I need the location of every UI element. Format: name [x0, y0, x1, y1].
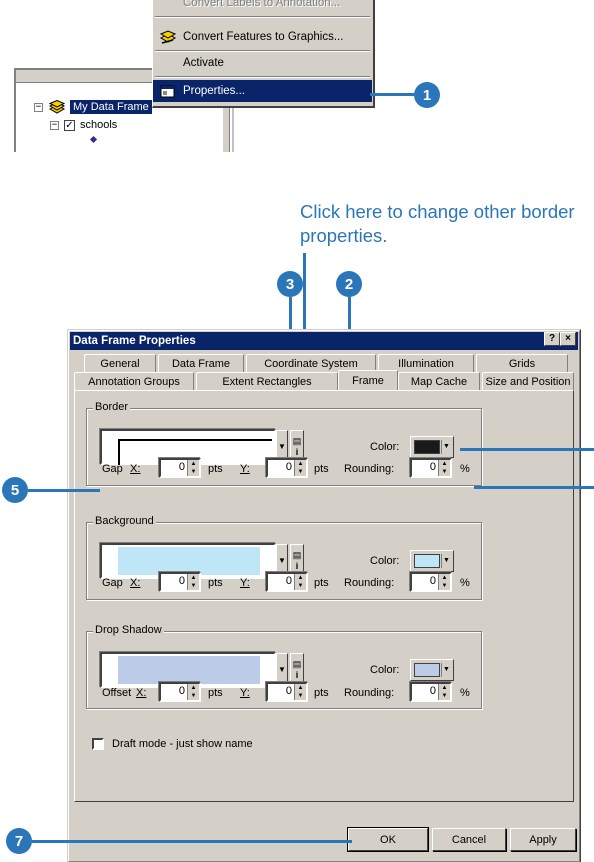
ok-button[interactable]: OK: [347, 827, 429, 852]
background-x-label: X:: [130, 577, 141, 589]
caption-text: Click here to change other border proper…: [300, 201, 575, 246]
background-color-button[interactable]: ▼: [410, 550, 454, 572]
toc-data-frame-row[interactable]: − My Data Frame: [34, 100, 152, 114]
background-y-label: Y:: [240, 577, 250, 589]
data-frame-label[interactable]: My Data Frame: [70, 100, 152, 114]
shadow-rounding-spinner[interactable]: 0 ▲ ▼: [410, 682, 452, 702]
border-y-label: Y:: [240, 463, 250, 475]
chevron-down-icon: ▼: [441, 663, 451, 677]
border-color-swatch: [414, 440, 440, 454]
shadow-y-pts: pts: [314, 687, 329, 699]
border-rounding-spinner[interactable]: 0 ▲ ▼: [410, 458, 452, 478]
shadow-offset-label: Offset: [102, 687, 132, 699]
callout-5: 5: [2, 477, 28, 503]
background-pct: %: [460, 577, 470, 589]
shadow-properties-button[interactable]: ▤ i: [290, 653, 304, 685]
menu-item-activate[interactable]: Activate: [153, 52, 372, 74]
menu-item-convert-labels: Convert Labels to Annotation...: [183, 0, 341, 9]
menu-item-convert-features[interactable]: Convert Features to Graphics...: [153, 26, 372, 48]
layers-icon: [48, 100, 66, 114]
drop-shadow-group-label: Drop Shadow: [93, 624, 164, 636]
data-frame-properties-dialog: Data Frame Properties ? × General Data F…: [67, 329, 581, 862]
close-button[interactable]: ×: [560, 332, 576, 346]
shadow-color-button[interactable]: ▼: [410, 659, 454, 681]
dialog-title-bar[interactable]: Data Frame Properties: [70, 332, 578, 350]
border-color-label: Color:: [370, 441, 400, 453]
border-y-pts: pts: [314, 463, 329, 475]
border-x-label: X:: [130, 463, 141, 475]
background-group-label: Background: [93, 515, 156, 527]
apply-button[interactable]: Apply: [510, 828, 576, 851]
shadow-dropdown-button[interactable]: ▼: [276, 653, 288, 685]
callout-2: 2: [336, 271, 362, 297]
shadow-x-pts: pts: [208, 687, 223, 699]
chevron-down-icon: ▼: [441, 440, 451, 454]
border-group-label: Border: [93, 401, 131, 413]
shadow-x-label: X:: [136, 687, 147, 699]
draft-mode-checkbox[interactable]: [92, 738, 104, 750]
shadow-offset-x-spinner[interactable]: 0 ▲ ▼: [159, 682, 201, 702]
toc-layer-row[interactable]: − ✓ schools: [50, 119, 117, 131]
background-gap-y-spinner[interactable]: 0 ▲ ▼: [266, 572, 308, 592]
background-rounding-label: Rounding:: [344, 577, 395, 589]
background-rounding-spinner[interactable]: 0 ▲ ▼: [410, 572, 452, 592]
properties-icon: [160, 85, 175, 98]
shadow-rounding-label: Rounding:: [344, 687, 395, 699]
shadow-pct: %: [460, 687, 470, 699]
tab-data-frame[interactable]: Data Frame: [158, 354, 244, 372]
shadow-offset-y-spinner[interactable]: 0 ▲ ▼: [266, 682, 308, 702]
border-x-pts: pts: [208, 463, 223, 475]
background-y-pts: pts: [314, 577, 329, 589]
tab-annotation-groups[interactable]: Annotation Groups: [74, 372, 194, 390]
border-gap-y-spinner[interactable]: 0 ▲ ▼: [266, 458, 308, 478]
menu-item-properties[interactable]: Properties...: [153, 80, 372, 102]
background-color-swatch: [414, 554, 440, 568]
tab-extent-rectangles[interactable]: Extent Rectangles: [196, 372, 338, 390]
tab-size-and-position[interactable]: Size and Position: [482, 372, 574, 390]
context-menu: Convert Labels to Annotation... Convert …: [152, 0, 375, 108]
shadow-y-label: Y:: [240, 687, 250, 699]
border-rounding-label: Rounding:: [344, 463, 395, 475]
background-gap-x-spinner[interactable]: 0 ▲ ▼: [159, 572, 201, 592]
tab-map-cache[interactable]: Map Cache: [398, 372, 480, 390]
collapse-icon[interactable]: −: [50, 120, 59, 130]
callout-1: 1: [414, 82, 440, 108]
tab-frame[interactable]: Frame: [338, 370, 398, 390]
layer-visibility-checkbox[interactable]: ✓: [64, 119, 75, 131]
background-color-label: Color:: [370, 555, 400, 567]
draft-mode-label: Draft mode - just show name: [112, 738, 253, 750]
shadow-color-swatch: [414, 663, 440, 677]
convert-features-icon: [159, 30, 177, 44]
background-x-pts: pts: [208, 577, 223, 589]
dialog-title: Data Frame Properties: [73, 335, 196, 347]
border-gap-x-spinner[interactable]: 0 ▲ ▼: [159, 458, 201, 478]
tab-grids[interactable]: Grids: [476, 354, 568, 372]
collapse-icon[interactable]: −: [34, 102, 43, 112]
background-gap-label: Gap: [102, 577, 123, 589]
border-color-button[interactable]: ▼: [410, 436, 454, 458]
cancel-button[interactable]: Cancel: [432, 828, 506, 851]
callout-7: 7: [6, 828, 32, 854]
border-gap-label: Gap: [102, 463, 123, 475]
shadow-color-label: Color:: [370, 664, 400, 676]
tab-general[interactable]: General: [84, 354, 156, 372]
layer-label: schools: [80, 119, 118, 131]
border-pct: %: [460, 463, 470, 475]
help-button[interactable]: ?: [544, 332, 560, 346]
chevron-down-icon: ▼: [441, 554, 451, 568]
callout-3: 3: [277, 271, 303, 297]
